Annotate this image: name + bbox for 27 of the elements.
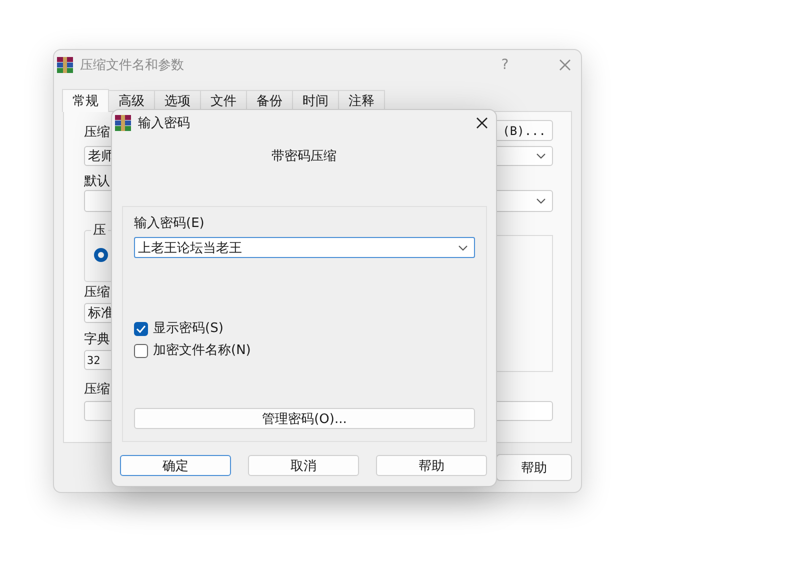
archive-icon bbox=[114, 114, 132, 132]
chevron-icon bbox=[536, 198, 546, 204]
chevron-icon bbox=[536, 153, 546, 159]
dialog-button[interactable]: 确定 bbox=[120, 455, 231, 476]
checkbox[interactable] bbox=[134, 322, 148, 336]
close-icon[interactable] bbox=[476, 117, 488, 129]
tab[interactable]: 常规 bbox=[62, 89, 109, 112]
radio-button[interactable] bbox=[94, 248, 108, 262]
help-button[interactable]: 帮助 bbox=[496, 454, 572, 481]
field-label: 压缩 bbox=[84, 285, 111, 301]
field-label: 默认 bbox=[84, 174, 111, 190]
field-label: 压缩 bbox=[84, 125, 110, 141]
dialog-button[interactable]: 帮助 bbox=[376, 455, 487, 476]
checkbox-label: 显示密码(S) bbox=[153, 321, 224, 337]
checkbox[interactable] bbox=[134, 344, 148, 358]
window-title: 压缩文件名和参数 bbox=[80, 56, 185, 74]
manage-passwords-button[interactable]: 管理密码(O)... bbox=[134, 408, 475, 429]
dialog-title: 输入密码 bbox=[138, 115, 191, 132]
password-label: 输入密码(E) bbox=[134, 216, 206, 232]
archive-icon bbox=[56, 56, 74, 74]
field-label: 字典 bbox=[84, 332, 111, 348]
dialog-heading: 带密码压缩 bbox=[272, 149, 336, 165]
field-label: 压缩 bbox=[84, 382, 111, 398]
password-field[interactable]: 上老王论坛当老王 bbox=[134, 237, 475, 258]
checkbox-label: 加密文件名称(N) bbox=[153, 343, 251, 359]
chevron-icon bbox=[458, 244, 468, 250]
dialog-button[interactable]: 取消 bbox=[248, 455, 359, 476]
